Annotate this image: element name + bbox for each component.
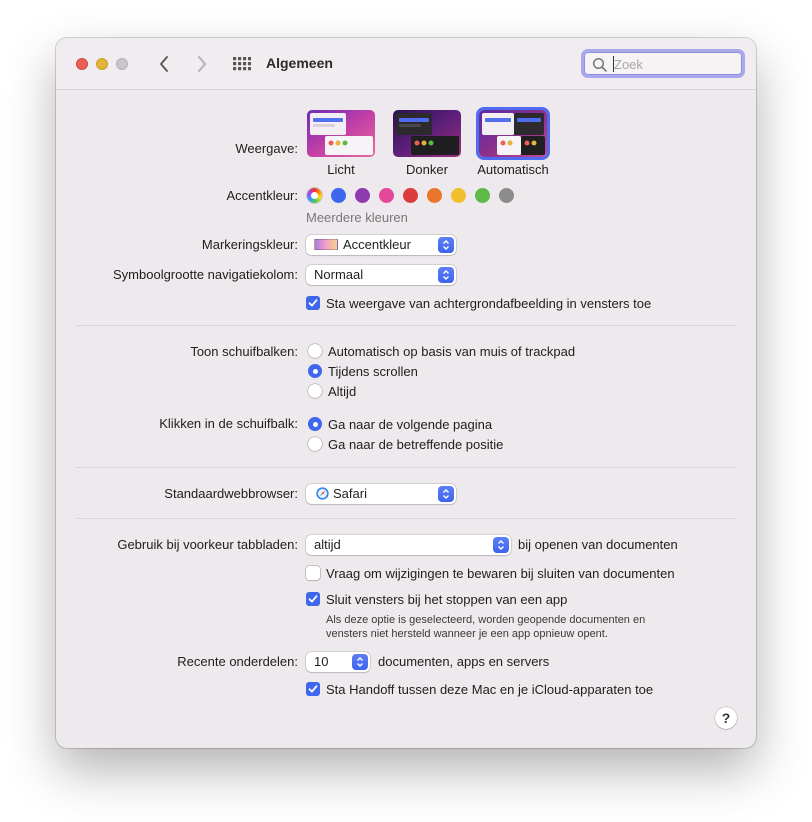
scrollbars-always-label: Altijd [328, 384, 357, 399]
prefer-tabs-value: altijd [314, 537, 341, 552]
close-windows-label: Sluit vensters bij het stoppen van een a… [326, 592, 568, 607]
chevron-left-icon [160, 56, 168, 72]
appearance-light-label: Licht [327, 162, 355, 177]
dark-mode-preview [393, 110, 461, 157]
zoom-window-button[interactable] [116, 58, 128, 70]
ask-keep-changes-checkbox[interactable] [306, 566, 320, 580]
up-down-chevron-icon [443, 270, 449, 280]
checkmark-icon [308, 595, 318, 603]
checkmark-icon [308, 299, 318, 307]
scrollbars-auto-radio[interactable] [308, 344, 322, 358]
prefer-tabs-suffix: bij openen van documenten [518, 537, 678, 552]
scrollbars-always-radio[interactable] [308, 384, 322, 398]
forward-button[interactable] [190, 52, 214, 76]
section-divider [76, 518, 736, 519]
preferences-window: Algemeen Weergave: [56, 38, 756, 748]
accent-green-swatch[interactable] [475, 188, 490, 203]
show-all-grid-icon[interactable] [231, 55, 251, 75]
appearance-light-option[interactable] [307, 110, 375, 157]
sidebar-icon-size-label: Symboolgrootte navigatiekolom: [113, 267, 298, 282]
popup-arrows [438, 486, 454, 502]
accent-selected-name: Meerdere kleuren [306, 210, 408, 225]
appearance-auto-option[interactable] [479, 110, 547, 157]
accent-color-label: Accentkleur: [226, 188, 298, 203]
popup-arrows [493, 537, 509, 553]
accent-yellow-swatch[interactable] [451, 188, 466, 203]
accent-orange-swatch[interactable] [427, 188, 442, 203]
click-next-page-label: Ga naar de volgende pagina [328, 417, 493, 432]
sidebar-icon-size-value: Normaal [314, 267, 364, 282]
handoff-label: Sta Handoff tussen deze Mac en je iCloud… [326, 682, 654, 697]
popup-arrows [352, 654, 368, 670]
close-windows-checkbox[interactable] [306, 592, 320, 606]
prefer-tabs-popup[interactable]: altijd [306, 535, 511, 555]
checkmark-icon [308, 685, 318, 693]
click-jump-position-label: Ga naar de betreffende positie [328, 437, 504, 452]
search-input[interactable] [614, 55, 734, 73]
scrollbars-when-scrolling-label: Tijdens scrollen [328, 364, 418, 379]
popup-arrows [438, 267, 454, 283]
appearance-label: Weergave: [235, 141, 298, 156]
highlight-color-value: Accentkleur [343, 237, 411, 252]
safari-compass-icon [316, 487, 329, 500]
accent-red-swatch[interactable] [403, 188, 418, 203]
recent-items-popup[interactable]: 10 [306, 652, 370, 672]
default-browser-value: Safari [333, 486, 367, 501]
up-down-chevron-icon [443, 489, 449, 499]
accent-graphite-swatch[interactable] [499, 188, 514, 203]
ask-keep-changes-label: Vraag om wijzigingen te bewaren bij slui… [326, 566, 675, 581]
prefer-tabs-label: Gebruik bij voorkeur tabbladen: [117, 537, 298, 552]
back-button[interactable] [152, 52, 176, 76]
default-browser-popup[interactable]: Safari [306, 484, 456, 504]
highlight-color-popup[interactable]: Accentkleur [306, 235, 456, 255]
close-windows-description: Als deze optie is geselecteerd, worden g… [326, 614, 646, 640]
search-field[interactable] [581, 49, 745, 78]
default-browser-label: Standaardwebbrowser: [164, 486, 298, 501]
window-title: Algemeen [266, 55, 333, 71]
wallpaper-tinting-label: Sta weergave van achtergrondafbeelding i… [326, 296, 652, 311]
click-jump-position-radio[interactable] [308, 437, 322, 451]
search-icon [592, 57, 607, 72]
light-mode-preview [307, 110, 375, 157]
section-divider [76, 467, 736, 468]
click-next-page-radio[interactable] [308, 417, 322, 431]
recent-items-label: Recente onderdelen: [177, 654, 298, 669]
appearance-dark-option[interactable] [393, 110, 461, 157]
minimize-window-button[interactable] [96, 58, 108, 70]
scrollbars-auto-label: Automatisch op basis van muis of trackpa… [328, 344, 576, 359]
sidebar-icon-size-popup[interactable]: Normaal [306, 265, 456, 285]
chevron-right-icon [198, 56, 206, 72]
up-down-chevron-icon [498, 540, 504, 550]
auto-mode-preview [479, 110, 547, 157]
show-scrollbars-label: Toon schuifbalken: [190, 344, 298, 359]
popup-arrows [438, 237, 454, 253]
handoff-checkbox[interactable] [306, 682, 320, 696]
title-bar: Algemeen [56, 38, 756, 90]
wallpaper-tinting-checkbox[interactable] [306, 296, 320, 310]
highlight-color-label: Markeringskleur: [201, 237, 298, 252]
appearance-auto-label: Automatisch [477, 162, 549, 177]
scrollbar-click-label: Klikken in de schuifbalk: [159, 416, 298, 431]
accent-purple-swatch[interactable] [355, 188, 370, 203]
recent-items-suffix: documenten, apps en servers [378, 654, 550, 669]
help-button[interactable]: ? [715, 707, 737, 729]
appearance-dark-label: Donker [406, 162, 448, 177]
up-down-chevron-icon [357, 657, 363, 667]
accent-blue-swatch[interactable] [331, 188, 346, 203]
section-divider [76, 325, 736, 326]
up-down-chevron-icon [443, 240, 449, 250]
highlight-color-sample [314, 239, 338, 250]
accent-multicolor-swatch[interactable] [307, 188, 322, 203]
recent-items-value: 10 [314, 654, 329, 669]
close-window-button[interactable] [76, 58, 88, 70]
accent-pink-swatch[interactable] [379, 188, 394, 203]
scrollbars-when-scrolling-radio[interactable] [308, 364, 322, 378]
